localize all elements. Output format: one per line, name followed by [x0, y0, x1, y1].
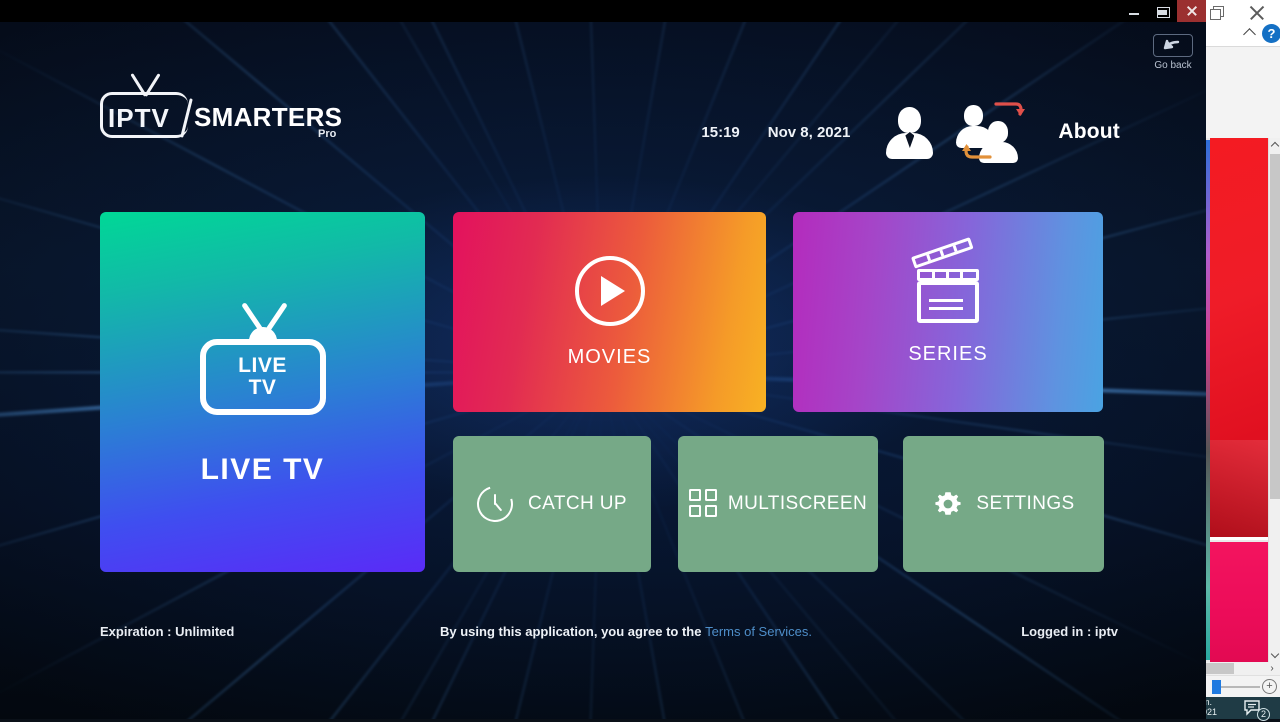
grid-icon: [689, 489, 719, 519]
clapperboard-icon: [909, 259, 987, 323]
tile-settings[interactable]: SETTINGS: [903, 436, 1104, 572]
background-photo-seam: [1210, 537, 1268, 540]
tile-label-live-tv: LIVE TV: [201, 453, 325, 487]
restore-icon: [1157, 6, 1168, 16]
terms-of-services-link[interactable]: Terms of Services.: [705, 624, 812, 639]
help-icon[interactable]: ?: [1262, 24, 1280, 43]
scroll-right-arrow-icon[interactable]: ›: [1266, 663, 1278, 674]
restore-icon[interactable]: [1210, 6, 1224, 20]
vertical-scrollbar-thumb[interactable]: [1270, 154, 1280, 499]
maximize-button[interactable]: [1148, 0, 1177, 22]
background-photo-pink: [1210, 542, 1268, 662]
tile-label-catch-up: CATCH UP: [528, 493, 627, 515]
back-arrow-icon: [1153, 34, 1193, 57]
tile-live-tv[interactable]: LIVE TV LIVE TV: [100, 212, 425, 572]
chevron-up-icon[interactable]: [1244, 26, 1256, 36]
horizontal-scrollbar-thumb[interactable]: [1204, 663, 1234, 674]
background-window[interactable]: ? › +: [1204, 0, 1280, 700]
zoom-slider[interactable]: [1208, 683, 1260, 691]
tile-series[interactable]: SERIES: [793, 212, 1103, 412]
go-back-label: Go back: [1153, 60, 1193, 71]
zoom-in-icon[interactable]: +: [1262, 679, 1277, 694]
expiration-status: Expiration : Unlimited: [100, 624, 234, 639]
scroll-down-arrow-icon[interactable]: [1269, 648, 1280, 662]
notification-badge: 2: [1257, 708, 1270, 721]
tv-icon-text-live: LIVE: [238, 355, 287, 377]
scroll-up-arrow-icon[interactable]: [1269, 138, 1280, 152]
tile-label-movies: MOVIES: [568, 346, 652, 369]
background-photo-streak: [1210, 440, 1268, 540]
app-footer: Expiration : Unlimited By using this app…: [0, 624, 1206, 652]
tile-label-settings: SETTINGS: [976, 493, 1074, 515]
tile-label-series: SERIES: [908, 343, 987, 366]
play-circle-icon: [575, 256, 645, 326]
close-icon: [1186, 5, 1198, 17]
zoom-slider-knob[interactable]: [1212, 680, 1221, 694]
background-window-ribbon: [1204, 46, 1280, 138]
tile-multiscreen[interactable]: MULTISCREEN: [678, 436, 878, 572]
window-title-bar: [0, 0, 1206, 22]
taskbar: . m. 2021 2: [1195, 697, 1280, 719]
tile-label-multiscreen: MULTISCREEN: [728, 493, 867, 515]
tile-movies[interactable]: MOVIES: [453, 212, 766, 412]
tile-catch-up[interactable]: CATCH UP: [453, 436, 651, 572]
go-back-button[interactable]: Go back: [1153, 34, 1193, 74]
clock-icon: [477, 486, 513, 522]
terms-prefix: By using this application, you agree to …: [440, 624, 705, 639]
vertical-scrollbar[interactable]: [1268, 138, 1280, 662]
tile-grid: LIVE TV LIVE TV MOVIES SERIES: [0, 0, 1206, 719]
horizontal-scrollbar[interactable]: ›: [1204, 662, 1280, 675]
minimize-button[interactable]: [1119, 0, 1148, 22]
tv-icon-text-tv: TV: [249, 377, 277, 399]
close-icon[interactable]: [1248, 4, 1266, 22]
iptv-smarters-window: Go back IPTV SMARTERS Pro 15:19 Nov 8, 2…: [0, 0, 1206, 719]
logged-in-status: Logged in : iptv: [1021, 624, 1118, 639]
zoom-slider-track: [1218, 686, 1260, 688]
tv-icon: LIVE TV: [200, 297, 326, 415]
gear-icon: [932, 488, 964, 520]
terms-notice: By using this application, you agree to …: [440, 624, 812, 639]
close-button[interactable]: [1177, 0, 1206, 22]
